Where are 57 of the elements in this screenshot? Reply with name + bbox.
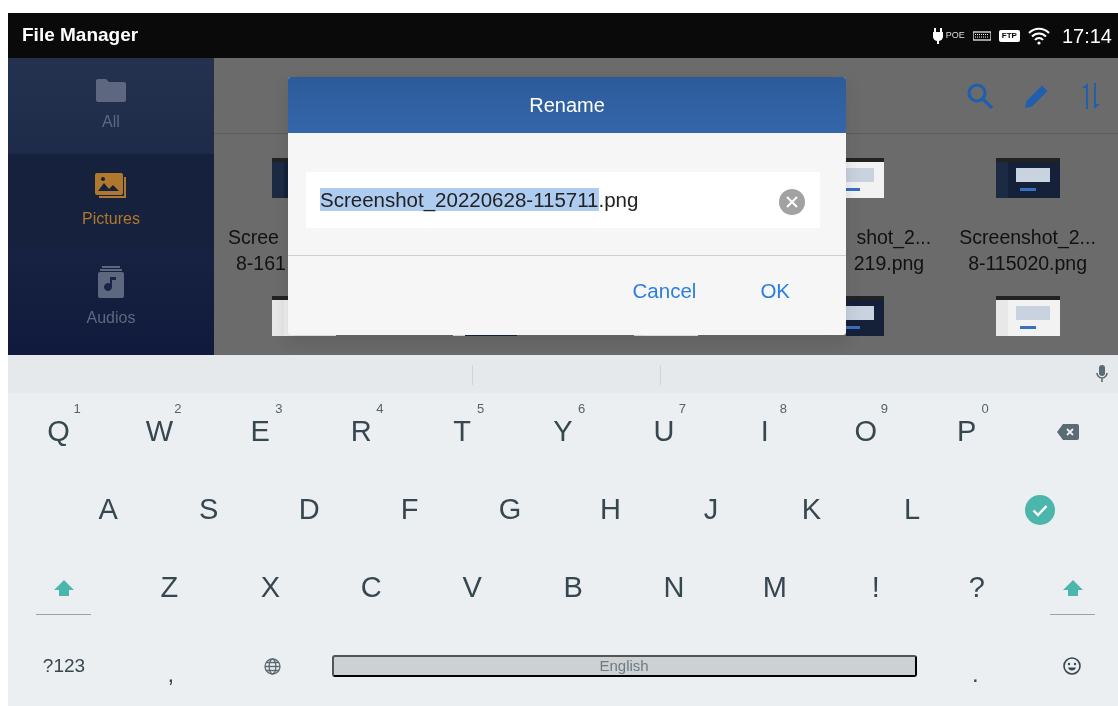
keyboard-key[interactable]: U 7: [613, 393, 715, 471]
file-name[interactable]: Screenshot_2...: [937, 224, 1118, 250]
smiley-icon[interactable]: [1063, 657, 1082, 675]
dialog-button[interactable]: Cancel: [624, 272, 705, 311]
keyboard-key[interactable]: .: [924, 627, 1027, 705]
keyboard-key[interactable]: L: [861, 471, 963, 549]
shift-icon[interactable]: [53, 580, 74, 596]
clear-icon[interactable]: [779, 189, 805, 215]
symbols-key[interactable]: ?123: [8, 627, 120, 705]
keyboard-key[interactable]: C: [320, 549, 422, 627]
pictures-icon: [95, 173, 127, 199]
file-name[interactable]: 8-115020.png: [937, 250, 1118, 276]
keyboard-key[interactable]: N: [623, 549, 725, 627]
keyboard-key[interactable]: X: [219, 549, 321, 627]
keyboard-key[interactable]: E 3: [209, 393, 311, 471]
keyboard-key[interactable]: P 0: [916, 393, 1018, 471]
keyboard-key[interactable]: W 2: [108, 393, 210, 471]
plug-icon: [931, 25, 944, 46]
shift-icon[interactable]: [1062, 580, 1083, 596]
keyboard-key[interactable]: R 4: [310, 393, 412, 471]
search-icon[interactable]: [966, 81, 994, 110]
keyboard-key[interactable]: B: [522, 549, 624, 627]
microphone-icon[interactable]: [1096, 365, 1108, 383]
backspace-icon[interactable]: [1056, 424, 1079, 440]
ftp-badge: FTP: [998, 29, 1020, 42]
keyboard-key[interactable]: Z: [119, 549, 220, 627]
keyboard-key[interactable]: T 5: [411, 393, 513, 471]
keyboard-key[interactable]: G: [459, 471, 561, 549]
keyboard-key[interactable]: S: [158, 471, 259, 549]
music-file-icon: [98, 266, 124, 298]
sidebar-item[interactable]: Pictures: [82, 207, 140, 231]
keyboard-key[interactable]: I 8: [714, 393, 816, 471]
keyboard-key[interactable]: M: [724, 549, 826, 627]
clock: 17:14: [1061, 23, 1112, 49]
keyboard-key[interactable]: K: [761, 471, 862, 549]
keyboard-key[interactable]: O 9: [815, 393, 917, 471]
dialog-title: Rename: [288, 77, 846, 133]
keyboard-key[interactable]: V: [421, 549, 523, 627]
keyboard-icon: [972, 30, 991, 41]
dialog-button[interactable]: OK: [752, 272, 798, 311]
folder-icon: [96, 78, 126, 102]
checkmark-icon[interactable]: [1025, 495, 1056, 525]
keyboard-key[interactable]: H: [560, 471, 661, 549]
keyboard-key[interactable]: ?: [926, 549, 1028, 627]
keyboard-key[interactable]: !: [825, 549, 927, 627]
filename-field[interactable]: Screenshot_20220628-115711.png: [306, 172, 820, 228]
app-title: File Manager: [22, 23, 139, 48]
keyboard-key[interactable]: Q 1: [8, 393, 109, 471]
globe-icon[interactable]: [264, 657, 282, 675]
wifi-icon: [1027, 26, 1050, 45]
poe-label: POE: [945, 28, 965, 42]
keyboard-key[interactable]: Y 6: [512, 393, 614, 471]
keyboard-key[interactable]: ,: [120, 627, 222, 705]
keyboard-key[interactable]: D: [258, 471, 360, 549]
keyboard-key[interactable]: A: [58, 471, 159, 549]
keyboard-key[interactable]: J: [660, 471, 762, 549]
keyboard-key[interactable]: F: [359, 471, 460, 549]
